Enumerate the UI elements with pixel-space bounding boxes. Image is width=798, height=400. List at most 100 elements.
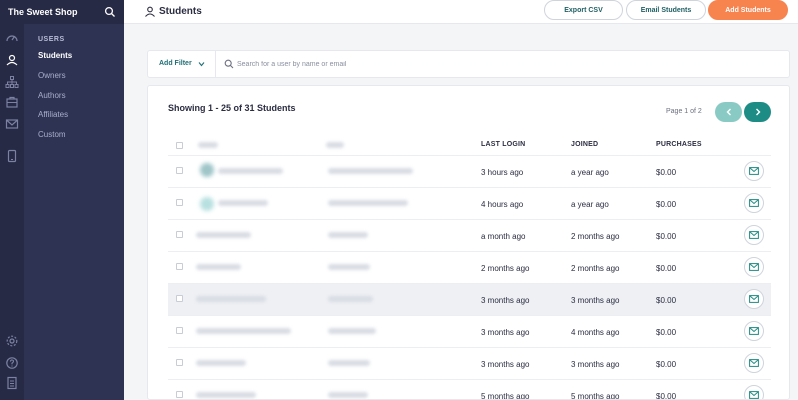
email-student-button[interactable] [744, 385, 764, 399]
table-row[interactable]: 5 months ago 5 months ago $0.00 [168, 379, 771, 400]
row-checkbox[interactable] [176, 359, 183, 366]
mail-icon [749, 231, 759, 239]
column-header-joined[interactable]: JOINED [571, 141, 598, 148]
joined-cell: 2 months ago [571, 264, 620, 273]
settings-icon[interactable] [5, 334, 19, 348]
search-icon [224, 59, 234, 69]
add-students-button[interactable]: Add Students [708, 0, 788, 20]
previous-page-button[interactable] [715, 102, 742, 122]
mail-icon [749, 167, 759, 175]
last-login-cell: 5 months ago [481, 392, 530, 400]
row-checkbox[interactable] [176, 295, 183, 302]
last-login-cell: 4 hours ago [481, 200, 524, 209]
next-page-button[interactable] [744, 102, 771, 122]
mail-icon [749, 327, 759, 335]
email-student-button[interactable] [744, 225, 764, 245]
student-email-blurred [328, 328, 376, 334]
joined-cell: 5 months ago [571, 392, 620, 400]
student-name-blurred [196, 328, 291, 334]
add-filter-button[interactable]: Add Filter [159, 60, 192, 67]
sidebar-item-authors[interactable]: Authors [38, 91, 66, 100]
dashboard-icon[interactable] [5, 31, 19, 45]
row-checkbox[interactable] [176, 327, 183, 334]
column-header-email [326, 142, 344, 148]
purchases-cell: $0.00 [656, 200, 677, 209]
row-checkbox[interactable] [176, 167, 183, 174]
document-icon[interactable] [5, 376, 19, 390]
table-row[interactable]: 2 months ago 2 months ago $0.00 [168, 251, 771, 283]
chevron-down-icon[interactable] [198, 61, 205, 67]
table-row[interactable]: 4 hours ago a year ago $0.00 [168, 187, 771, 219]
row-checkbox[interactable] [176, 231, 183, 238]
search-input[interactable] [237, 57, 537, 71]
student-email-blurred [328, 264, 370, 270]
joined-cell: 3 months ago [571, 360, 620, 369]
row-checkbox[interactable] [176, 199, 183, 206]
student-name-blurred [218, 168, 283, 174]
brand-bar: The Sweet Shop [0, 0, 124, 24]
icon-rail [0, 24, 24, 400]
student-name-blurred [196, 264, 241, 270]
purchases-cell: $0.00 [656, 392, 677, 400]
users-icon[interactable] [5, 53, 19, 67]
email-student-button[interactable] [744, 161, 764, 181]
table-row[interactable]: 3 months ago 3 months ago $0.00 [168, 347, 771, 379]
joined-cell: 2 months ago [571, 232, 620, 241]
purchases-cell: $0.00 [656, 264, 677, 273]
mobile-icon[interactable] [5, 149, 19, 163]
students-table-card: Showing 1 - 25 of 31 Students Page 1 of … [147, 85, 790, 400]
app-name: The Sweet Shop [8, 7, 78, 17]
student-email-blurred [328, 296, 373, 302]
student-email-blurred [328, 232, 368, 238]
column-header-last-login[interactable]: LAST LOGIN [481, 141, 525, 148]
export-csv-button[interactable]: Export CSV [544, 0, 623, 20]
student-name-blurred [196, 296, 266, 302]
sidebar-item-students[interactable]: Students [38, 51, 72, 60]
email-student-button[interactable] [744, 257, 764, 277]
student-name-blurred [196, 232, 251, 238]
email-student-button[interactable] [744, 353, 764, 373]
help-icon[interactable] [5, 356, 19, 370]
select-all-checkbox[interactable] [176, 142, 183, 149]
students-icon [145, 6, 155, 17]
email-student-button[interactable] [744, 321, 764, 341]
mail-icon [749, 359, 759, 367]
chevron-right-icon [755, 108, 760, 116]
email-student-button[interactable] [744, 193, 764, 213]
table-row[interactable]: 3 hours ago a year ago $0.00 [168, 155, 771, 187]
chevron-left-icon [726, 108, 731, 116]
column-header-purchases[interactable]: PURCHASES [656, 141, 702, 148]
table-row[interactable]: 3 months ago 3 months ago $0.00 [168, 283, 771, 315]
sidebar-item-custom[interactable]: Custom [38, 130, 66, 139]
sidebar-section-users: USERS [38, 36, 65, 43]
sidebar-item-affiliates[interactable]: Affiliates [38, 110, 68, 119]
email-student-button[interactable] [744, 289, 764, 309]
student-name-blurred [218, 200, 268, 206]
column-header-name [198, 142, 218, 148]
email-students-button[interactable]: Email Students [626, 0, 706, 20]
mail-icon[interactable] [5, 117, 19, 131]
student-name-blurred [196, 360, 246, 366]
purchases-cell: $0.00 [656, 360, 677, 369]
student-email-blurred [328, 392, 368, 398]
last-login-cell: 3 months ago [481, 296, 530, 305]
row-checkbox[interactable] [176, 263, 183, 270]
search-icon[interactable] [104, 6, 116, 18]
page-header: Students Export CSV Email Students Add S… [124, 0, 798, 24]
purchases-cell: $0.00 [656, 168, 677, 177]
row-checkbox[interactable] [176, 391, 183, 398]
sidebar: USERS Students Owners Authors Affiliates… [24, 24, 124, 400]
store-icon[interactable] [5, 95, 19, 109]
student-email-blurred [328, 360, 370, 366]
joined-cell: 4 months ago [571, 328, 620, 337]
table-row[interactable]: a month ago 2 months ago $0.00 [168, 219, 771, 251]
purchases-cell: $0.00 [656, 296, 677, 305]
results-summary: Showing 1 - 25 of 31 Students [168, 103, 296, 113]
table-row[interactable]: 3 months ago 4 months ago $0.00 [168, 315, 771, 347]
page-title: Students [159, 6, 202, 17]
last-login-cell: 3 months ago [481, 328, 530, 337]
sidebar-item-owners[interactable]: Owners [38, 71, 66, 80]
avatar [200, 163, 214, 177]
last-login-cell: 3 hours ago [481, 168, 524, 177]
sitemap-icon[interactable] [5, 75, 19, 89]
